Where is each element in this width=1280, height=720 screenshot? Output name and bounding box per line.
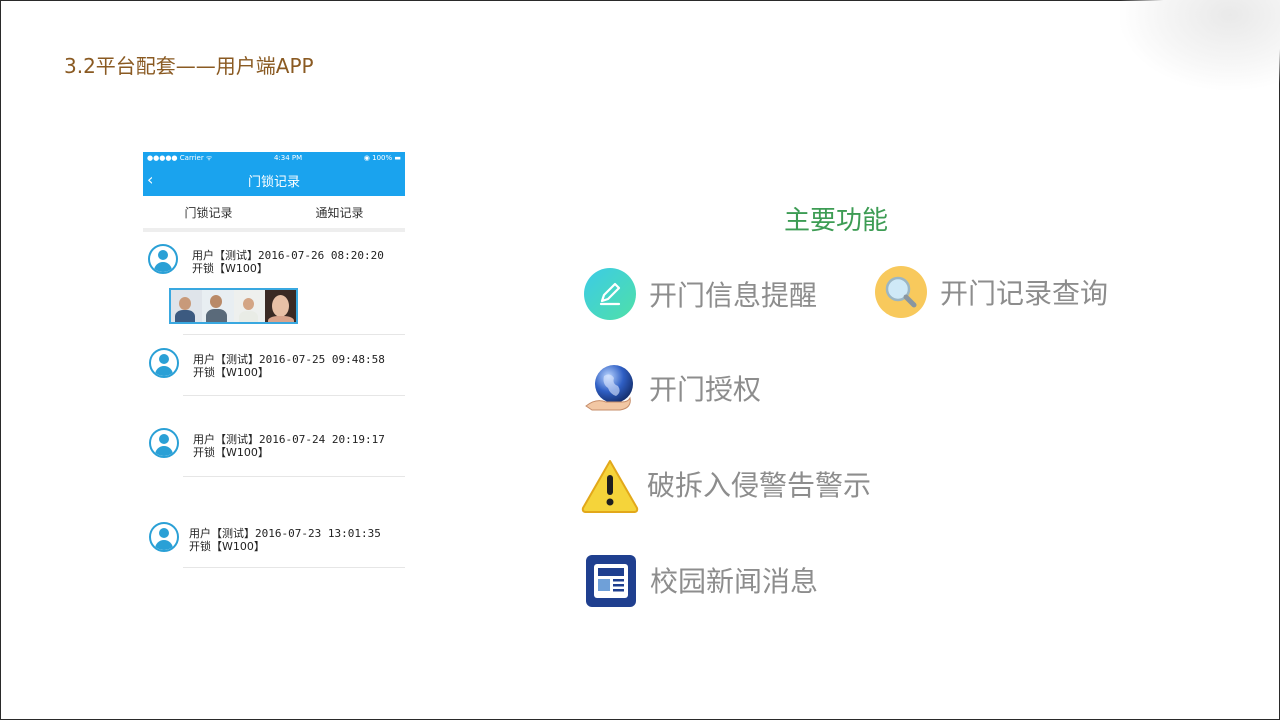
- record-line-2: 开锁【W100】: [193, 366, 269, 379]
- user-avatar-icon: [148, 244, 178, 274]
- status-battery: ◉ 100% ▬: [363, 154, 401, 162]
- user-avatar-icon: [149, 522, 179, 552]
- feature-item: 开门授权: [584, 362, 761, 414]
- feature-label: 校园新闻消息: [650, 565, 819, 598]
- feature-label: 开门授权: [649, 373, 762, 406]
- divider: [183, 567, 405, 568]
- corner-decoration: [1120, 0, 1280, 90]
- feature-item: 校园新闻消息: [585, 554, 819, 607]
- feature-item: 开门信息提醒: [584, 268, 817, 320]
- face-photo: [233, 290, 265, 322]
- list-item[interactable]: 用户【测试】2016-07-25 09:48:58 开锁【W100】: [149, 348, 405, 379]
- feature-label: 破拆入侵警告警示: [647, 469, 872, 502]
- feature-label: 开门记录查询: [940, 277, 1109, 310]
- user-avatar-icon: [149, 428, 179, 458]
- divider: [183, 395, 405, 396]
- face-photo: [264, 290, 296, 322]
- face-photo: [171, 290, 203, 322]
- back-chevron-icon[interactable]: ‹: [147, 170, 153, 189]
- face-photos[interactable]: [169, 288, 298, 324]
- face-photo: [202, 290, 234, 322]
- status-bar: ●●●●● Carrier ᯤ 4:34 PM ◉ 100% ▬: [143, 152, 405, 164]
- nav-bar: ‹ 门锁记录: [143, 164, 405, 196]
- tab-bar: 门锁记录 通知记录: [143, 196, 405, 232]
- feature-item: 开门记录查询: [875, 266, 1108, 318]
- status-carrier: ●●●●● Carrier ᯤ: [147, 154, 213, 162]
- status-time: 4:34 PM: [273, 154, 303, 162]
- tab-lock-records[interactable]: 门锁记录: [184, 204, 232, 221]
- record-line-2: 开锁【W100】: [192, 262, 268, 275]
- globe-hand-icon: [584, 362, 636, 414]
- edit-icon: [584, 268, 636, 320]
- divider: [183, 334, 405, 335]
- record-line-1: 用户【测试】2016-07-23 13:01:35: [189, 527, 381, 540]
- divider: [183, 476, 405, 477]
- feature-label: 开门信息提醒: [649, 279, 818, 312]
- warning-icon: [580, 458, 640, 513]
- record-line-2: 开锁【W100】: [189, 540, 265, 553]
- record-line-2: 开锁【W100】: [193, 446, 269, 459]
- tab-notification-records[interactable]: 通知记录: [315, 204, 363, 221]
- list-item[interactable]: 用户【测试】2016-07-24 20:19:17 开锁【W100】: [149, 428, 405, 459]
- list-item[interactable]: 用户【测试】2016-07-26 08:20:20 开锁【W100】: [148, 244, 405, 275]
- search-icon: [875, 266, 927, 318]
- list-item[interactable]: 用户【测试】2016-07-23 13:01:35 开锁【W100】: [149, 522, 405, 553]
- news-icon: [585, 554, 637, 607]
- record-line-1: 用户【测试】2016-07-26 08:20:20: [192, 249, 384, 262]
- record-line-1: 用户【测试】2016-07-25 09:48:58: [193, 353, 385, 366]
- record-line-1: 用户【测试】2016-07-24 20:19:17: [193, 433, 385, 446]
- slide-title: 3.2平台配套——用户端APP: [64, 54, 314, 78]
- nav-title: 门锁记录: [247, 174, 300, 190]
- app-screenshot: ●●●●● Carrier ᯤ 4:34 PM ◉ 100% ▬ ‹ 门锁记录 …: [143, 152, 405, 572]
- user-avatar-icon: [149, 348, 179, 378]
- features-title: 主要功能: [784, 206, 889, 236]
- feature-item: 破拆入侵警告警示: [580, 458, 872, 513]
